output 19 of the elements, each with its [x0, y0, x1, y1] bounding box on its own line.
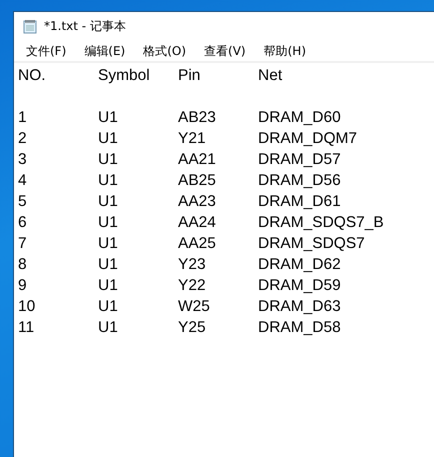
text-line: 3 U1 AA21 DRAM_D57 [18, 150, 341, 170]
text-line: 2 U1 Y21 DRAM_DQM7 [18, 129, 358, 149]
text-line: 8 U1 Y23 DRAM_D62 [18, 255, 341, 275]
window-title: *1.txt - 记事本 [44, 18, 126, 35]
menu-item[interactable]: 文件(F) [19, 41, 74, 61]
text-line: 4 U1 AB25 DRAM_D56 [18, 171, 341, 191]
notepad-icon [23, 19, 38, 34]
text-line: 11 U1 Y25 DRAM_D58 [18, 318, 341, 338]
menu-item[interactable]: 编辑(E) [77, 41, 132, 61]
text-line: 7 U1 AA25 DRAM_SDQS7 [18, 234, 365, 254]
text-line: 10 U1 W25 DRAM_D63 [18, 297, 341, 317]
menu-item[interactable]: 帮助(H) [256, 41, 313, 61]
text-line: NO. Symbol Pin Net [18, 66, 282, 86]
menu-item[interactable]: 格式(O) [136, 41, 194, 61]
text-line: 9 U1 Y22 DRAM_D59 [18, 276, 341, 296]
text-line: 6 U1 AA24 DRAM_SDQS7_B [18, 213, 384, 233]
menu-item[interactable]: 查看(V) [197, 41, 253, 61]
text-line: 1 U1 AB23 DRAM_D60 [18, 108, 341, 128]
text-line: 5 U1 AA23 DRAM_D61 [18, 192, 341, 212]
